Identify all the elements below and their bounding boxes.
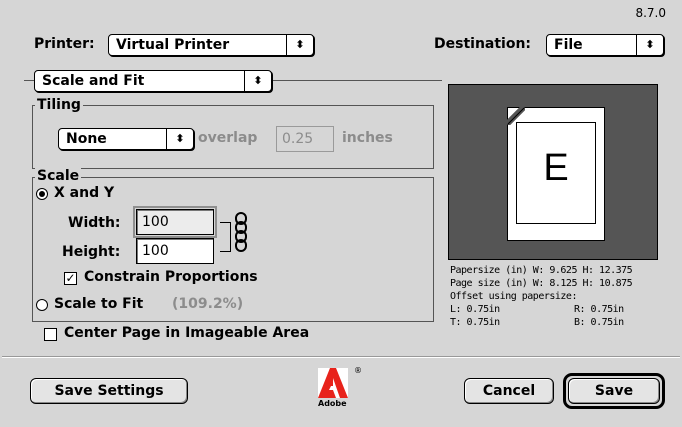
save-button[interactable]: Save [568, 378, 660, 404]
adobe-logo-text: Adobe [318, 399, 347, 408]
up-down-arrows-icon: ⬍ [244, 71, 271, 91]
scale-to-fit-value: (109.2%) [172, 296, 244, 312]
papersize-info: Papersize (in) W: 9.625 H: 12.375 [450, 265, 633, 276]
printer-popup-value: Virtual Printer [116, 37, 230, 53]
tiling-title: Tiling [35, 97, 83, 113]
separator [2, 356, 680, 358]
preview-letter: E [543, 147, 569, 189]
height-label: Height: [62, 244, 121, 260]
up-down-arrows-icon: ⬍ [636, 35, 663, 55]
chain-link-icon[interactable] [233, 212, 249, 256]
panel-popup[interactable]: Scale and Fit ⬍ [34, 70, 272, 92]
width-label: Width: [68, 215, 121, 231]
offset-right: R: 0.75in [574, 304, 624, 315]
up-down-arrows-icon: ⬍ [166, 129, 193, 149]
preview-page: E [507, 107, 605, 241]
save-settings-button[interactable]: Save Settings [30, 378, 188, 404]
height-field[interactable]: 100 [136, 238, 214, 264]
center-page-checkbox[interactable] [44, 328, 57, 341]
destination-label: Destination: [434, 36, 532, 52]
pagesize-info: Page size (in) W: 8.125 H: 10.875 [450, 278, 633, 289]
scale-to-fit-label: Scale to Fit [54, 296, 144, 312]
offset-top: T: 0.75in [450, 317, 500, 328]
panel-popup-value: Scale and Fit [42, 73, 145, 89]
tiling-mode-value: None [66, 131, 107, 147]
x-and-y-radio[interactable] [36, 188, 48, 200]
x-and-y-label: X and Y [54, 185, 115, 201]
tiling-mode-popup[interactable]: None ⬍ [58, 128, 194, 150]
constrain-proportions-checkbox[interactable]: ✓ [64, 272, 77, 285]
constrain-proportions-label: Constrain Proportions [84, 269, 258, 285]
overlap-field[interactable]: 0.25 [276, 126, 334, 152]
up-down-arrows-icon: ⬍ [286, 35, 313, 55]
cancel-button[interactable]: Cancel [464, 378, 554, 404]
destination-popup[interactable]: File ⬍ [546, 34, 664, 56]
page-preview: E [448, 84, 658, 260]
offset-left: L: 0.75in [450, 304, 500, 315]
destination-popup-value: File [554, 37, 583, 53]
offset-info: Offset using papersize: [450, 291, 577, 302]
width-field[interactable]: 100 [133, 206, 217, 238]
printer-popup[interactable]: Virtual Printer ⬍ [108, 34, 314, 56]
scale-to-fit-radio[interactable] [36, 299, 48, 311]
adobe-logo-icon: Adobe [318, 368, 354, 414]
printer-label: Printer: [34, 36, 95, 52]
offset-bottom: B: 0.75in [574, 317, 624, 328]
version-label: 8.7.0 [635, 6, 666, 20]
center-page-label: Center Page in Imageable Area [64, 325, 310, 341]
overlap-label: overlap [198, 130, 258, 146]
registered-mark: ® [354, 366, 362, 375]
overlap-units-label: inches [342, 130, 393, 146]
link-bracket [220, 222, 231, 252]
scale-title: Scale [35, 168, 82, 184]
